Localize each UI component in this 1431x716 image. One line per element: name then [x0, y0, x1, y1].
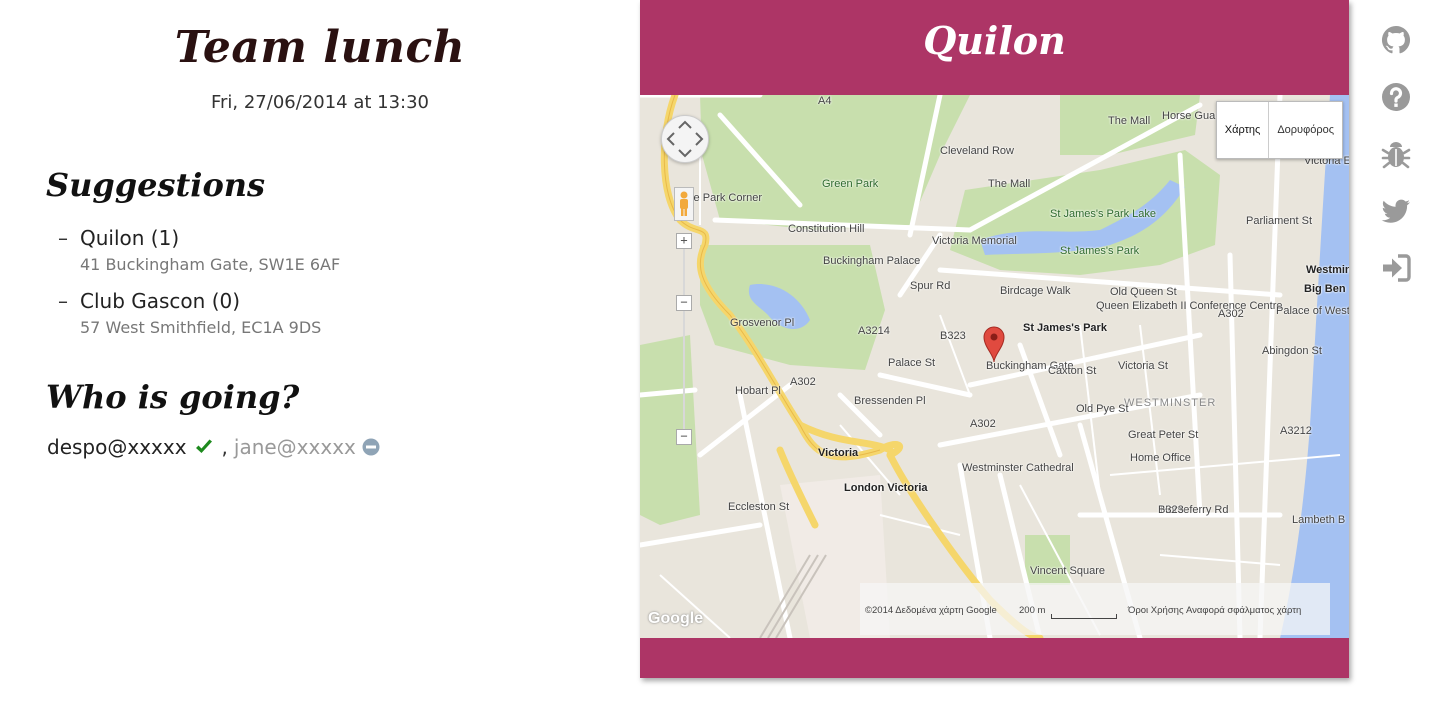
map-label: Constitution Hill: [788, 223, 865, 235]
map-terms-link[interactable]: Όροι Χρήσης: [1128, 605, 1184, 616]
map-label: A3214: [858, 325, 890, 337]
map-label: London Victoria: [844, 482, 928, 494]
map-label: Parliament St: [1246, 215, 1313, 227]
suggestion-address: 57 West Smithfield, EC1A 9DS: [80, 318, 322, 337]
map-label: Old Pye St: [1076, 403, 1129, 415]
suggestion-address: 41 Buckingham Gate, SW1E 6AF: [80, 255, 341, 274]
list-dash: –: [58, 226, 68, 250]
map-label: St James's Park Lake: [1050, 208, 1157, 220]
github-icon[interactable]: [1380, 24, 1412, 56]
map-label: Westminster: [1306, 264, 1349, 276]
list-dash: –: [58, 289, 68, 313]
map-label: A302: [1218, 308, 1244, 320]
suggestion-name[interactable]: Quilon (1): [80, 226, 179, 250]
map-label: A3212: [1280, 425, 1312, 437]
attendee-list: despo@xxxxx , jane@xxxxx: [47, 435, 380, 459]
map-label: Buckingham Palace: [823, 255, 921, 267]
event-title: Team lunch: [174, 22, 466, 73]
zoom-slider-track[interactable]: [683, 235, 685, 435]
map-label: Old Queen St: [1110, 286, 1177, 298]
check-icon: [195, 439, 212, 453]
map-type-satellite-button[interactable]: Δορυφόρος: [1268, 102, 1342, 158]
map-label: Queen Elizabeth II Conference Centre: [1096, 300, 1283, 312]
map-label: The Mall: [1108, 115, 1151, 127]
map-label: Abingdon St: [1262, 345, 1322, 357]
map-label: Palace of Westminster: [1276, 305, 1349, 317]
map-label: Bressenden Pl: [854, 395, 926, 407]
attendee-email: despo@xxxxx: [47, 435, 187, 459]
map-label: Green Park: [822, 178, 879, 190]
map-report-link[interactable]: Αναφορά σφάλματος χάρτη: [1186, 605, 1301, 616]
pan-arrows-icon: [666, 120, 704, 158]
suggestion-item[interactable]: – Quilon (1) 41 Buckingham Gate, SW1E 6A…: [58, 226, 340, 274]
map-label: The Mall: [988, 178, 1031, 190]
map-label: A302: [970, 418, 996, 430]
street-view-pegman-icon[interactable]: [674, 187, 694, 221]
suggestion-item[interactable]: – Club Gascon (0) 57 West Smithfield, EC…: [58, 289, 321, 337]
map-footer: ©2014 Δεδομένα χάρτη Google 200 m Όροι Χ…: [860, 583, 1330, 635]
map-label: Hobart Pl: [735, 385, 781, 397]
map-pan-control[interactable]: [661, 115, 709, 163]
restaurant-card: Quilon A4 Green Park Constitution Hill T…: [640, 0, 1349, 678]
map-label: Home Office: [1130, 452, 1191, 464]
help-icon[interactable]: [1380, 81, 1412, 113]
suggestion-name[interactable]: Club Gascon (0): [80, 289, 240, 313]
map-type-map-button[interactable]: Χάρτης: [1217, 102, 1269, 158]
map-label: Victoria St: [1118, 360, 1168, 372]
map-copyright: ©2014 Δεδομένα χάρτη Google: [865, 605, 997, 616]
person-icon: [680, 191, 688, 216]
map-label: B323: [1158, 504, 1184, 516]
map-label: Cleveland Row: [940, 145, 1014, 157]
suggestions-heading: Suggestions: [46, 166, 266, 204]
map-label: Vincent Square: [1030, 565, 1106, 577]
bug-icon[interactable]: [1380, 138, 1412, 170]
twitter-icon[interactable]: [1380, 195, 1412, 227]
zoom-in-button[interactable]: +: [676, 233, 692, 249]
event-panel: Team lunch Fri, 27/06/2014 at 13:30 Sugg…: [0, 0, 640, 716]
map-label: Eccleston St: [728, 501, 790, 513]
attendee-separator: ,: [221, 435, 228, 459]
map-label: Caxton St: [1048, 365, 1097, 377]
map-label: Victoria: [818, 447, 859, 459]
map-label: Westminster Cathedral: [962, 462, 1074, 474]
map-label: Grosvenor Pl: [730, 317, 795, 329]
map-label: A302: [790, 376, 816, 388]
sign-in-icon[interactable]: [1380, 252, 1412, 284]
map-label: Great Peter St: [1128, 429, 1199, 441]
map-label: Palace St: [888, 357, 936, 369]
restaurant-map[interactable]: A4 Green Park Constitution Hill The Mall…: [640, 95, 1349, 638]
map-type-control: Χάρτης Δορυφόρος: [1215, 101, 1343, 159]
map-scale-bar: [1051, 614, 1117, 619]
map-label: A4: [818, 95, 832, 107]
map-label: Lambeth B: [1292, 514, 1346, 526]
map-label: B323: [940, 330, 966, 342]
map-label: Big Ben: [1304, 283, 1346, 295]
map-scale-label: 200 m: [1019, 605, 1046, 616]
map-label: St James's Park: [1023, 322, 1107, 334]
location-marker-icon[interactable]: [982, 325, 1006, 363]
attendee-email: jane@xxxxx: [233, 435, 356, 459]
map-label: St James's Park: [1060, 245, 1140, 257]
minus-circle-icon: [362, 438, 380, 456]
who-is-going-heading: Who is going?: [46, 378, 300, 416]
zoom-out-button[interactable]: −: [676, 429, 692, 445]
zoom-slider-handle[interactable]: −: [676, 295, 692, 311]
map-label: Victoria Memorial: [932, 235, 1017, 247]
map-label: Birdcage Walk: [1000, 285, 1071, 297]
google-logo: Google: [648, 610, 704, 627]
map-label: WESTMINSTER: [1124, 397, 1217, 409]
map-label: Spur Rd: [910, 280, 951, 292]
restaurant-name: Quilon: [923, 18, 1066, 63]
event-date: Fri, 27/06/2014 at 13:30: [210, 92, 430, 113]
